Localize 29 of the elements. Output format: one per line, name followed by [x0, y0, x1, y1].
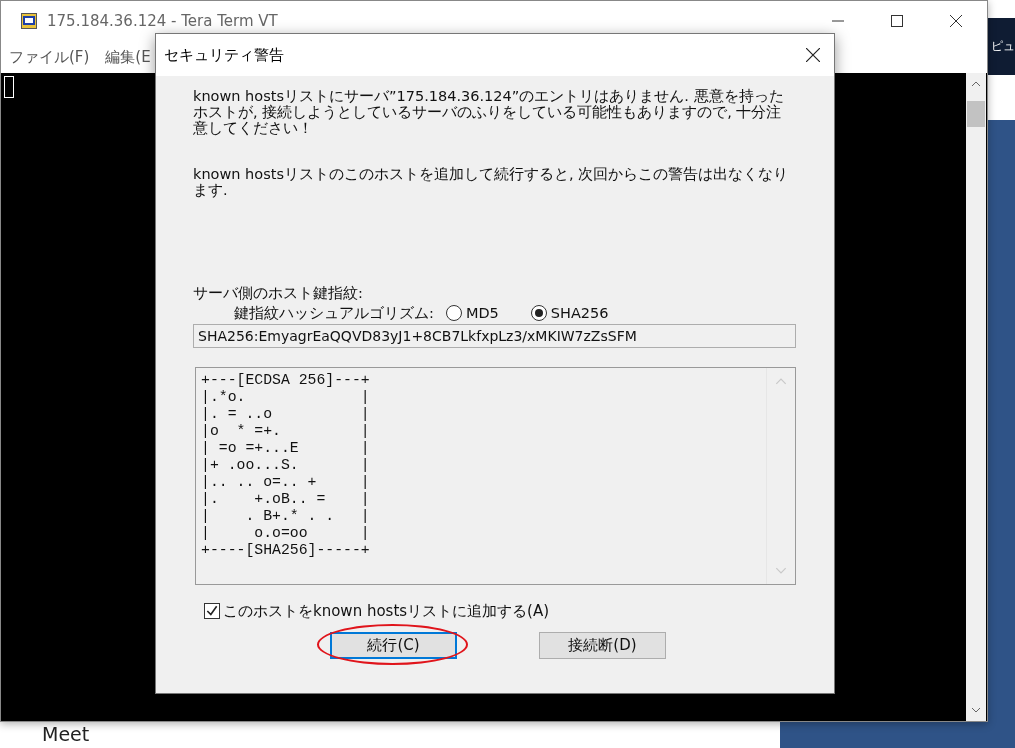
- scroll-thumb[interactable]: [967, 101, 985, 127]
- window-title: 175.184.36.124 - Tera Term VT: [47, 12, 279, 30]
- scrollbar[interactable]: [966, 73, 986, 721]
- maximize-icon[interactable]: [891, 15, 903, 27]
- menu-item[interactable]: 編集(E: [105, 47, 151, 67]
- page-text: Meet: [42, 722, 90, 746]
- message-text: known hostsリストのこのホストを追加して続行すると, 次回からこの警告は出なくなります.: [193, 166, 790, 198]
- scroll-up-icon[interactable]: [971, 81, 981, 87]
- app-icon: [21, 13, 37, 29]
- fingerprint-field[interactable]: SHA256:EmyagrEaQQVD83yJ1+8CB7LkfxpLz3/xMKIW7zZsSFM: [193, 324, 796, 348]
- message-text: known hostsリストにサーバ”175.184.36.124”のエントリはありません. 悪意を持ったホストが, 接続しようとしているサーバのふりをしている可能性もありますので, 十分注意してください！: [193, 88, 785, 136]
- checkbox[interactable]: [204, 603, 220, 619]
- fingerprint-label: サーバ側のホスト鍵指紋:: [193, 284, 364, 302]
- text-cursor: [4, 76, 14, 98]
- dialog-button[interactable]: 続行(C): [330, 632, 457, 659]
- close-icon[interactable]: [806, 48, 820, 62]
- close-icon[interactable]: [950, 15, 962, 27]
- header-text: ピュ: [991, 38, 1015, 55]
- scroll-down-icon[interactable]: [971, 707, 981, 713]
- checkbox-label: このホストをknown hostsリストに追加する(A): [223, 601, 550, 621]
- radio-option[interactable]: SHA256: [530, 305, 609, 321]
- algorithm-label: 鍵指紋ハッシュアルゴリズム:: [234, 303, 434, 323]
- menu-item[interactable]: ファイル(F): [9, 47, 90, 67]
- dialog-title: セキュリティ警告: [164, 45, 285, 65]
- dialog-button[interactable]: 接続断(D): [539, 632, 666, 659]
- radio-button[interactable]: [445, 305, 462, 321]
- radio-option[interactable]: MD5: [445, 305, 499, 321]
- radio-button[interactable]: [530, 305, 547, 321]
- randomart-text: +---[ECDSA 256]---+ |.*o. | |. = ..o | |o * =+. | | =o =+...E | |+ .oo...S. | |.. .. o=.. + | |. +.oB.. = | | . B+.* . . | | o.o=oo | +----[SHA256]-----+: [200, 371, 371, 560]
